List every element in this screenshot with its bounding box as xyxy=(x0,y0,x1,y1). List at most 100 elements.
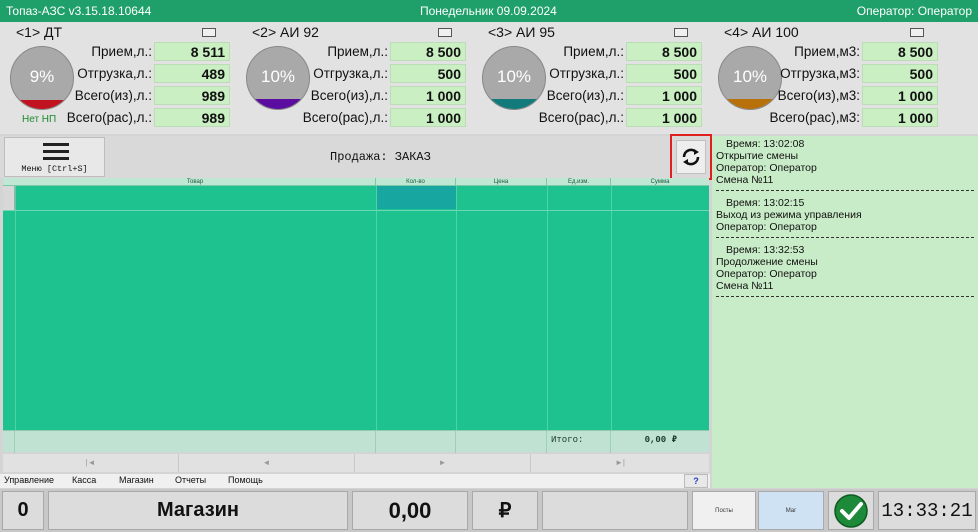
menu-item-shop[interactable]: Магазин xyxy=(119,475,154,485)
tank-row-value: 8 500 xyxy=(626,42,702,61)
tank-row-value: 489 xyxy=(154,64,230,83)
total-row-cell xyxy=(456,431,547,453)
menu-item-help[interactable]: Помощь xyxy=(228,475,263,485)
nav-prev-button[interactable]: ◄ xyxy=(179,454,355,472)
tank-row-label: Всего(из),л.: xyxy=(546,88,624,103)
tank-percent: 9% xyxy=(29,67,55,86)
tank-row-label: Всего(рас),л.: xyxy=(302,110,388,125)
tank-row: Всего(рас),л.: 1 000 xyxy=(539,108,704,128)
clock-display: 13:33:21 xyxy=(878,491,976,530)
status-empty-cell xyxy=(542,491,688,530)
main-menu: Управление Касса Магазин Отчеты Помощь xyxy=(0,474,710,488)
checkmark-icon xyxy=(834,493,868,528)
log-line: Продолжение смены xyxy=(716,256,818,268)
app-window: Топаз-АЗС v3.15.18.10644 Понедельник 09.… xyxy=(0,0,978,532)
menu-item-management[interactable]: Управление xyxy=(4,475,54,485)
tank-row-value: 1 000 xyxy=(390,108,466,127)
title-bar: Топаз-АЗС v3.15.18.10644 Понедельник 09.… xyxy=(0,0,978,22)
col-header-sum[interactable]: Сумма xyxy=(611,178,709,186)
tank-row: Всего(из),л.: 1 000 xyxy=(310,86,468,106)
grid-divider xyxy=(547,186,548,430)
tank-row-label: Отгрузка,л.: xyxy=(313,66,388,81)
menu-button[interactable]: Меню [Ctrl+S] xyxy=(4,137,105,177)
event-log-panel[interactable]: Время: 13:02:08 Открытие смены Оператор: О… xyxy=(712,136,978,488)
log-line: Смена №11 xyxy=(716,280,774,292)
tank-row-label: Прием,м3: xyxy=(794,44,860,59)
tank-row: Отгрузка,м3: 500 xyxy=(780,64,940,84)
nav-first-button[interactable]: |◄ xyxy=(3,454,179,472)
tank-gauge-fill xyxy=(719,99,781,109)
tank-name: <2> АИ 92 xyxy=(252,24,319,40)
tank-3[interactable]: <3> АИ 95 10% Прием,л.: 8 500 Отгрузка,л.: 50… xyxy=(476,22,708,134)
tank-2[interactable]: <2> АИ 92 10% Прием,л.: 8 500 Отгрузка,л.: 50… xyxy=(240,22,472,134)
tank-row: Всего(рас),л.: 1 000 xyxy=(303,108,468,128)
grid-divider xyxy=(376,186,377,430)
tank-row: Всего(из),м3: 1 000 xyxy=(778,86,940,106)
mode-indicator[interactable]: Магазин xyxy=(48,491,348,530)
menu-item-cash[interactable]: Касса xyxy=(72,475,96,485)
total-row-marker xyxy=(3,431,15,453)
col-header-product[interactable]: Товар xyxy=(15,178,376,186)
tank-status-note: Нет НП xyxy=(22,114,57,125)
log-time: Время: 13:32:53 xyxy=(726,244,805,256)
col-header-qty[interactable]: Кол-во xyxy=(376,178,456,186)
tank-row-value: 1 000 xyxy=(862,86,938,105)
tank-row-value: 8 500 xyxy=(862,42,938,61)
segment-posts-button[interactable]: Посты xyxy=(692,491,756,530)
menu-item-reports[interactable]: Отчеты xyxy=(175,475,206,485)
tank-row-label: Всего(из),л.: xyxy=(74,88,152,103)
tank-row-label: Прием,л.: xyxy=(563,44,624,59)
nav-next-button[interactable]: ► xyxy=(355,454,531,472)
log-line: Выход из режима управления xyxy=(716,209,862,221)
tank-row-value: 1 000 xyxy=(626,108,702,127)
tank-flag-icon xyxy=(674,28,688,37)
tank-row-label: Всего(из),м3: xyxy=(777,88,860,103)
menu-button-label: Меню [Ctrl+S] xyxy=(21,164,88,174)
tank-row-label: Прием,л.: xyxy=(327,44,388,59)
tank-row-value: 989 xyxy=(154,108,230,127)
tank-row-label: Отгрузка,м3: xyxy=(780,66,860,81)
grid-navigation: |◄ ◄ ► ►| xyxy=(3,454,709,472)
refresh-icon xyxy=(682,148,700,166)
currency-sign: ₽ xyxy=(472,491,538,530)
segment-shop-button[interactable]: Маг xyxy=(758,491,824,530)
tank-flag-icon xyxy=(910,28,924,37)
tank-percent: 10% xyxy=(260,67,296,86)
tank-name: <1> ДТ xyxy=(16,24,63,40)
help-button[interactable]: ? xyxy=(684,474,708,488)
tank-gauge: 10% xyxy=(718,46,782,110)
nav-last-button[interactable]: ►| xyxy=(531,454,709,472)
tank-flag-icon xyxy=(202,28,216,37)
refresh-button[interactable] xyxy=(676,140,706,174)
row-selector[interactable] xyxy=(3,186,15,210)
tank-row: Всего(из),л.: 1 000 xyxy=(546,86,704,106)
tank-row-value: 500 xyxy=(626,64,702,83)
tank-row-label: Всего(рас),л.: xyxy=(66,110,152,125)
order-grid[interactable]: Товар Кол-во Цена Ед.изм. Сумма Итого: 0… xyxy=(3,178,709,453)
tank-row-label: Всего(из),л.: xyxy=(310,88,388,103)
tank-percent: 10% xyxy=(496,67,532,86)
ok-button[interactable] xyxy=(828,491,874,530)
sale-title: Продажа: ЗАКАЗ xyxy=(330,150,431,164)
amount-display: 0,00 xyxy=(352,491,468,530)
refresh-highlight xyxy=(670,134,712,180)
tank-1[interactable]: <1> ДТ 9% Нет НП Прием,л.: 8 511 Отгрузка,л.:… xyxy=(4,22,236,134)
tank-gauge-fill xyxy=(483,99,545,109)
selected-qty-cell[interactable] xyxy=(376,186,456,209)
operator-label: Оператор: Оператор xyxy=(856,4,972,18)
app-title: Топаз-АЗС v3.15.18.10644 xyxy=(6,4,152,18)
log-entry: Время: 13:02:08 Открытие смены Оператор: О… xyxy=(716,138,974,186)
col-header-unit[interactable]: Ед.изм. xyxy=(547,178,611,186)
tank-4[interactable]: <4> АИ 100 10% Прием,м3: 8 500 Отгрузка,м3: 5… xyxy=(712,22,944,134)
order-toolbar: Меню [Ctrl+S] Продажа: ЗАКАЗ xyxy=(0,136,710,178)
tank-row-value: 989 xyxy=(154,86,230,105)
tank-row: Прием,м3: 8 500 xyxy=(784,42,940,62)
tank-row-value: 1 000 xyxy=(390,86,466,105)
tank-row: Отгрузка,л.: 500 xyxy=(548,64,704,84)
tank-gauge-fill xyxy=(11,99,73,109)
log-entry: Время: 13:32:53 Продолжение смены Оператор… xyxy=(716,244,974,292)
item-count: 0 xyxy=(2,491,44,530)
log-line: Смена №11 xyxy=(716,174,774,186)
grid-divider xyxy=(611,186,612,430)
col-header-price[interactable]: Цена xyxy=(456,178,547,186)
